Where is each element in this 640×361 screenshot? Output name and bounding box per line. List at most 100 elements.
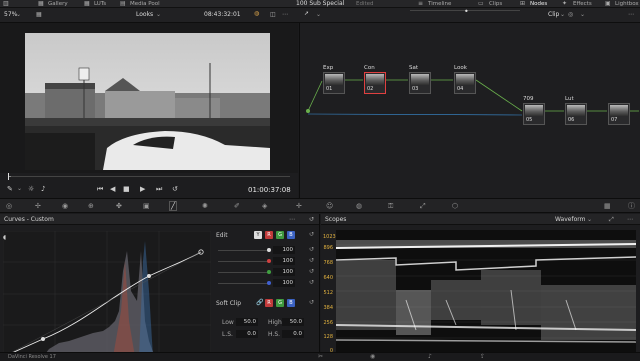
- effects-icon[interactable]: ✦: [562, 0, 567, 8]
- reset-icon[interactable]: ↺: [309, 299, 314, 306]
- chevron-down-icon[interactable]: ⌄: [580, 11, 585, 18]
- soft-clip-r-button[interactable]: R: [265, 299, 273, 307]
- playhead[interactable]: [8, 173, 9, 180]
- y-intensity-slider[interactable]: [218, 250, 268, 251]
- color-wheels-icon[interactable]: ◎: [6, 202, 12, 210]
- node-06[interactable]: 06: [565, 103, 587, 125]
- node-03[interactable]: 03: [409, 72, 431, 94]
- rewind-icon[interactable]: ◀: [110, 185, 115, 193]
- node-01[interactable]: 01: [323, 72, 345, 94]
- channel-y-button[interactable]: Y: [254, 231, 262, 239]
- chevron-down-icon[interactable]: ⌄: [316, 11, 321, 18]
- reset-icon[interactable]: ↺: [309, 279, 314, 286]
- scopes-toggle-icon[interactable]: ▦: [604, 202, 611, 210]
- panel-toggle-icon[interactable]: ▥: [3, 0, 9, 8]
- b-intensity-slider[interactable]: [218, 283, 268, 284]
- primaries-bars-icon[interactable]: ✢: [35, 202, 41, 210]
- r-intensity-field[interactable]: 100: [273, 257, 295, 265]
- gallery-icon[interactable]: ▦: [38, 0, 44, 8]
- soft-clip-b-button[interactable]: B: [287, 299, 295, 307]
- more-options-icon[interactable]: ⋯: [282, 11, 288, 18]
- media-pool-icon[interactable]: ▤: [120, 0, 126, 8]
- reset-icon[interactable]: ↺: [309, 268, 314, 275]
- soft-clip-g-button[interactable]: G: [276, 299, 284, 307]
- node-07[interactable]: 07: [608, 103, 630, 125]
- chevron-down-icon[interactable]: ⌄: [17, 185, 22, 192]
- curves-icon[interactable]: ╱: [169, 201, 178, 211]
- scope-type-select[interactable]: Waveform: [555, 216, 585, 223]
- play-icon[interactable]: ▶: [140, 185, 145, 193]
- node-02-selected[interactable]: 02: [364, 72, 386, 94]
- sizing-icon[interactable]: ⤢: [420, 202, 426, 210]
- skip-forward-icon[interactable]: ⏭: [156, 185, 162, 194]
- source-input-dot[interactable]: [306, 109, 310, 113]
- volume-icon[interactable]: ♪: [41, 185, 45, 193]
- loop-icon[interactable]: ↺: [172, 185, 178, 193]
- blur-icon[interactable]: ◍: [356, 202, 362, 210]
- luts-icon[interactable]: ▦: [84, 0, 90, 8]
- high-field[interactable]: 50.0: [282, 318, 304, 326]
- tab-media-pool[interactable]: Media Pool: [130, 0, 160, 8]
- chevron-down-icon[interactable]: ⌄: [156, 11, 161, 18]
- curve-handle-icon[interactable]: ◖: [3, 234, 6, 241]
- node-05[interactable]: 05: [523, 103, 545, 125]
- nodes-icon[interactable]: ⊞: [520, 0, 525, 8]
- ls-field[interactable]: 0.0: [236, 330, 258, 338]
- window-icon[interactable]: ◈: [262, 202, 267, 210]
- more-options-icon[interactable]: ⋯: [628, 11, 634, 18]
- grid-view-icon[interactable]: ▦: [36, 11, 42, 18]
- stop-icon[interactable]: ■: [123, 185, 130, 193]
- timeline-icon[interactable]: ≡: [418, 0, 423, 8]
- curve-graph[interactable]: [3, 231, 211, 357]
- channel-g-button[interactable]: G: [276, 231, 284, 239]
- reset-icon[interactable]: ↺: [309, 246, 314, 253]
- raw-icon[interactable]: ▣: [143, 202, 150, 210]
- r-intensity-slider[interactable]: [218, 261, 268, 262]
- globe-icon[interactable]: ◎: [568, 11, 573, 18]
- tab-timeline[interactable]: Timeline: [428, 0, 451, 8]
- viewer-mode[interactable]: Looks: [136, 11, 153, 18]
- gauge-icon[interactable]: ◍: [254, 10, 259, 17]
- magic-mask-icon[interactable]: ☺: [326, 202, 333, 210]
- motion-effects-icon[interactable]: ✤: [116, 202, 122, 210]
- tab-effects[interactable]: Effects: [573, 0, 592, 8]
- link-icon[interactable]: 🔗: [256, 299, 263, 306]
- reset-icon[interactable]: ↺: [309, 216, 314, 223]
- tab-nodes[interactable]: Nodes: [530, 0, 547, 8]
- viewer-frame[interactable]: [25, 33, 270, 170]
- more-options-icon[interactable]: ⋯: [627, 216, 633, 223]
- tab-lightbox[interactable]: Lightbox: [615, 0, 639, 8]
- pointer-tool-icon[interactable]: ➚: [304, 10, 309, 17]
- key-icon[interactable]: ⚿: [388, 202, 393, 210]
- node-mode[interactable]: Clip: [548, 11, 559, 18]
- reset-icon[interactable]: ↺: [309, 231, 314, 238]
- scrub-track[interactable]: [8, 176, 290, 177]
- g-intensity-slider[interactable]: [218, 272, 268, 273]
- hdr-icon[interactable]: ◉: [62, 202, 68, 210]
- b-intensity-field[interactable]: 100: [273, 279, 295, 287]
- qualifier-icon[interactable]: ✐: [234, 202, 240, 210]
- color-warper-icon[interactable]: ✺: [202, 202, 208, 210]
- sun-icon[interactable]: ☼: [28, 185, 34, 193]
- tab-luts[interactable]: LUTs: [94, 0, 106, 8]
- lightbox-icon[interactable]: ▣: [605, 0, 611, 8]
- g-intensity-field[interactable]: 100: [273, 268, 295, 276]
- rgb-mixer-icon[interactable]: ⊕: [88, 202, 94, 210]
- hs-field[interactable]: 0.0: [282, 330, 304, 338]
- split-view-icon[interactable]: ◫: [270, 11, 276, 18]
- eyedropper-icon[interactable]: ✎: [7, 185, 13, 193]
- skip-back-icon[interactable]: ⏮: [97, 185, 103, 194]
- chevron-down-icon[interactable]: ⌄: [16, 11, 21, 18]
- node-editor[interactable]: Exp 01 Con 02 Sat 03 Look 04 709 05 Lut …: [299, 23, 640, 198]
- tracker-icon[interactable]: ✛: [296, 202, 302, 210]
- node-04[interactable]: 04: [454, 72, 476, 94]
- y-intensity-field[interactable]: 100: [273, 246, 295, 254]
- info-icon[interactable]: ⓘ: [628, 202, 635, 210]
- reset-icon[interactable]: ↺: [309, 257, 314, 264]
- chevron-down-icon[interactable]: ⌄: [560, 11, 565, 18]
- tab-gallery[interactable]: Gallery: [48, 0, 68, 8]
- low-field[interactable]: 50.0: [236, 318, 258, 326]
- more-options-icon[interactable]: ⋯: [289, 216, 295, 223]
- chevron-down-icon[interactable]: ⌄: [587, 216, 592, 223]
- node-zoom-handle[interactable]: •: [464, 7, 469, 16]
